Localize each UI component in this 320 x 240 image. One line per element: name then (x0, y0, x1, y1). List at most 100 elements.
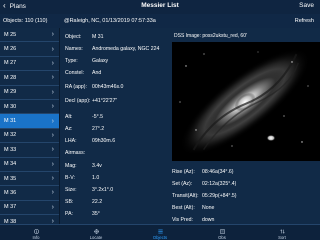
list-item[interactable]: M 35 › (0, 172, 59, 187)
field-transit-value: 05:29p(+84°.5) (202, 193, 237, 199)
app-window: ‹ Plans Messier List Save Objects: 110 (… (0, 0, 320, 240)
field-az-key: Az: (65, 126, 73, 132)
tab-sort[interactable]: Sort (262, 226, 302, 240)
chevron-right-icon: › (51, 146, 54, 154)
field-best-key: Best (Alt): (172, 205, 195, 211)
chevron-right-icon: › (51, 88, 54, 96)
list-item[interactable]: M 30 › (0, 100, 59, 115)
dss-galaxy-image[interactable] (172, 42, 320, 161)
list-item-label: M 27 (4, 60, 17, 67)
field-set-key: Set (Az): (172, 181, 193, 187)
list-item-label: M 35 (4, 175, 17, 182)
field-bv-value: 1.0 (92, 175, 100, 181)
field-airmass-key: Airmass: (65, 150, 86, 156)
field-vispred-value: down (202, 217, 215, 223)
chevron-right-icon: › (51, 160, 54, 168)
list-item-label: M 26 (4, 46, 17, 53)
chevron-right-icon: › (51, 131, 54, 139)
tab-info[interactable]: Info (16, 226, 56, 240)
field-rise-value: 08:46a(34°.6) (202, 169, 234, 175)
tab-label: Info (32, 235, 40, 240)
chevron-right-icon: › (51, 45, 54, 53)
field-bv-key: B-V: (65, 175, 75, 181)
list-item-label: M 29 (4, 89, 17, 96)
list-item-label: M 37 (4, 204, 17, 211)
objects-count: Objects: 110 (110) (3, 18, 48, 24)
object-list[interactable]: M 25 › M 26 › M 27 › M 28 › M 29 › M 30 … (0, 28, 60, 230)
field-object-key: Object: (65, 34, 82, 40)
chevron-right-icon: › (51, 74, 54, 82)
list-item-label: M 32 (4, 132, 17, 139)
field-alt-value: -5°.5 (92, 114, 104, 120)
tab-observations[interactable]: Obs (202, 226, 242, 240)
sort-icon (279, 229, 285, 234)
field-set-value: 02:12a(325°.4) (202, 181, 237, 187)
field-pa-key: PA: (65, 211, 73, 217)
tab-objects[interactable]: Objects (140, 226, 180, 240)
list-item-selected[interactable]: M 31 › (0, 114, 59, 129)
chevron-right-icon: › (51, 59, 54, 67)
field-ra-value: 00h43m46s.0 (92, 84, 124, 90)
field-alt-key: Alt: (65, 114, 73, 120)
tab-label: Objects (152, 235, 168, 240)
tab-label: Sort (278, 235, 286, 240)
list-item-label: M 25 (4, 31, 17, 38)
field-object-value: M 31 (92, 34, 104, 40)
field-mag-value: 3.4v (92, 163, 102, 169)
chevron-right-icon: › (51, 103, 54, 111)
list-item[interactable]: M 32 › (0, 129, 59, 144)
tab-label: Obs (218, 235, 226, 240)
list-item-label: M 33 (4, 146, 17, 153)
detail-panel: Object: M 31 Names: Andromeda galaxy, NG… (61, 28, 320, 224)
list-item-label: M 30 (4, 103, 17, 110)
objects-icon (157, 229, 163, 234)
locate-icon (93, 229, 99, 234)
galaxy-image-svg (172, 42, 320, 161)
list-item[interactable]: M 28 › (0, 71, 59, 86)
field-az-value: 27°.2 (92, 126, 105, 132)
tab-locate[interactable]: Locate (76, 226, 116, 240)
list-item-label: M 36 (4, 189, 17, 196)
field-constel-value: And (92, 70, 102, 76)
refresh-button[interactable]: Refresh (295, 18, 314, 24)
field-size-value: 3°.2x1°.0 (92, 187, 114, 193)
info-icon (33, 229, 39, 234)
list-item-label: M 31 (4, 118, 17, 125)
field-best-value: None (202, 205, 215, 211)
list-item[interactable]: M 36 › (0, 186, 59, 201)
field-sb-value: 22.2 (92, 199, 103, 205)
list-item[interactable]: M 26 › (0, 42, 59, 57)
list-item[interactable]: M 37 › (0, 201, 59, 216)
chevron-right-icon: › (51, 175, 54, 183)
list-item-label: M 28 (4, 74, 17, 81)
list-item[interactable]: M 29 › (0, 86, 59, 100)
observations-icon (219, 229, 225, 234)
location-time: @Raleigh, NC, 01/13/2019 07:57:33a (64, 18, 156, 24)
list-item[interactable]: M 33 › (0, 143, 59, 158)
field-vispred-key: Vis Pred: (172, 217, 193, 223)
list-item[interactable]: M 34 › (0, 158, 59, 172)
field-names-key: Names: (65, 46, 83, 52)
field-constel-key: Constel: (65, 70, 85, 76)
field-pa-value: 35° (92, 211, 100, 217)
field-size-key: Size: (65, 187, 77, 193)
save-button[interactable]: Save (299, 2, 314, 9)
chevron-right-icon: › (51, 31, 54, 39)
tab-label: Locate (89, 235, 103, 240)
chevron-right-icon: › (51, 117, 54, 125)
field-rise-key: Rise (Az): (172, 169, 195, 175)
list-item-label: M 34 (4, 161, 17, 168)
field-decl-key: Decl (app): (65, 98, 91, 104)
field-ra-key: RA (app): (65, 84, 87, 90)
list-item[interactable]: M 27 › (0, 57, 59, 72)
chevron-right-icon: › (51, 203, 54, 211)
dss-caption: DSS Image: poss2ukstu_red, 60' (174, 33, 247, 39)
field-lha-key: LHA: (65, 138, 77, 144)
field-names-value: Andromeda galaxy, NGC 224 (92, 46, 160, 52)
field-type-value: Galaxy (92, 58, 109, 64)
tab-bar: Info Locate Objects Obs Sort (0, 224, 320, 240)
field-sb-key: SB: (65, 199, 74, 205)
field-lha-value: 09h30m.6 (92, 138, 116, 144)
top-bar: ‹ Plans Messier List Save (0, 0, 320, 14)
list-item[interactable]: M 25 › (0, 28, 59, 43)
